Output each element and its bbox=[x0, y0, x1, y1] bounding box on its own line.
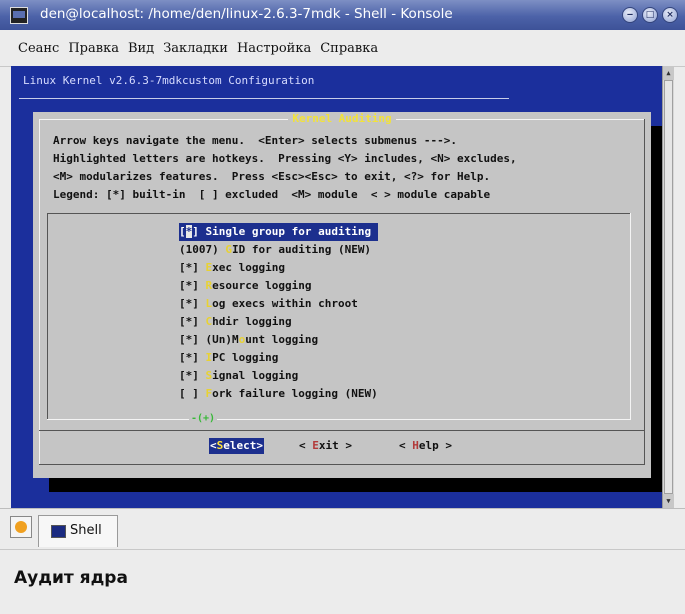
option-prefix: [*] bbox=[179, 351, 206, 364]
scroll-up-icon[interactable]: ▲ bbox=[663, 66, 674, 80]
option-hotkey: G bbox=[225, 243, 232, 256]
list-border-left bbox=[47, 213, 48, 419]
instruction-line: <M> modularizes features. Press <Esc><Es… bbox=[53, 170, 491, 183]
button-label: elect> bbox=[223, 439, 263, 452]
option-resource-logging[interactable]: [*] Resource logging bbox=[179, 277, 378, 295]
tab-label: Shell bbox=[70, 523, 102, 538]
button-label: elp > bbox=[418, 439, 452, 452]
close-icon: × bbox=[666, 10, 674, 20]
list-border-bottom bbox=[47, 419, 631, 420]
menu-help[interactable]: Справка bbox=[320, 41, 378, 56]
config-header: Linux Kernel v2.6.3-7mdkcustom Configura… bbox=[23, 74, 315, 87]
option-prefix: [*] bbox=[179, 261, 206, 274]
option-label: ingle group for auditing bbox=[212, 225, 372, 238]
menu-bar: Сеанс Правка Вид Закладки Настройка Справка bbox=[0, 30, 685, 67]
instruction-line: Highlighted letters are hotkeys. Pressin… bbox=[53, 152, 517, 165]
help-button[interactable]: < Help > bbox=[399, 438, 452, 454]
option-label: og execs within chroot bbox=[212, 297, 358, 310]
tab-bar: Shell bbox=[0, 508, 685, 550]
more-indicator: -(+) bbox=[189, 413, 218, 425]
option-signal-logging[interactable]: [*] Signal logging bbox=[179, 367, 378, 385]
kernel-auditing-dialog: Kernel Auditing Arrow keys navigate the … bbox=[33, 112, 651, 478]
header-rule bbox=[19, 98, 509, 99]
window-title: den@localhost: /home/den/linux-2.6.3-7md… bbox=[40, 6, 453, 22]
option-chdir-logging[interactable]: [*] Chdir logging bbox=[179, 313, 378, 331]
button-hotkey: H bbox=[412, 439, 419, 452]
option-prefix: [*] bbox=[179, 279, 206, 292]
option-label: esource logging bbox=[212, 279, 312, 292]
option-prefix: [*] bbox=[179, 315, 206, 328]
maximize-icon: □ bbox=[645, 10, 655, 20]
terminal-icon bbox=[51, 525, 66, 538]
option-label: ID for auditing (NEW) bbox=[231, 243, 372, 256]
option-ipc-logging[interactable]: [*] IPC logging bbox=[179, 349, 378, 367]
option-prefix: [ bbox=[179, 225, 186, 238]
option-single-group-auditing[interactable]: [*] Single group for auditing bbox=[179, 223, 378, 241]
menu-edit[interactable]: Правка bbox=[68, 41, 119, 56]
select-button[interactable]: <Select> bbox=[209, 438, 264, 454]
button-hotkey: E bbox=[312, 439, 319, 452]
button-bracket: < bbox=[399, 439, 413, 452]
menu-bookmarks[interactable]: Закладки bbox=[163, 41, 228, 56]
menu-settings[interactable]: Настройка bbox=[237, 41, 311, 56]
terminal-area[interactable]: Linux Kernel v2.6.3-7mdkcustom Configura… bbox=[11, 66, 674, 508]
menu-view[interactable]: Вид bbox=[128, 41, 154, 56]
scroll-down-icon[interactable]: ▼ bbox=[663, 494, 674, 508]
scroll-thumb[interactable] bbox=[664, 80, 673, 494]
button-label: xit > bbox=[318, 439, 352, 452]
button-bracket: < bbox=[210, 439, 217, 452]
option-label: unt logging bbox=[245, 333, 319, 346]
minimize-button[interactable]: ‒ bbox=[622, 7, 638, 23]
option-label: hdir logging bbox=[212, 315, 292, 328]
konsole-icon[interactable] bbox=[10, 7, 28, 24]
option-prefix: (1007) bbox=[179, 243, 226, 256]
button-separator bbox=[39, 430, 645, 431]
option-fork-failure-logging[interactable]: [ ] Fork failure logging (NEW) bbox=[179, 385, 378, 403]
option-unmount-logging[interactable]: [*] (Un)Mount logging bbox=[179, 331, 378, 349]
option-prefix: [*] bbox=[179, 369, 206, 382]
option-prefix: [*] bbox=[179, 297, 206, 310]
option-label: ork failure logging (NEW) bbox=[212, 387, 378, 400]
option-label: ignal logging bbox=[212, 369, 299, 382]
title-bar: den@localhost: /home/den/linux-2.6.3-7md… bbox=[0, 0, 685, 30]
dialog-title: Kernel Auditing bbox=[288, 112, 396, 125]
close-button[interactable]: × bbox=[662, 7, 678, 23]
option-prefix: [*] (Un)M bbox=[179, 333, 239, 346]
instruction-line: Arrow keys navigate the menu. <Enter> se… bbox=[53, 134, 457, 147]
menu-items: [*] Single group for auditing (1007) GID… bbox=[179, 223, 378, 403]
list-border-right bbox=[630, 213, 631, 419]
terminal-scrollbar[interactable]: ▲ ▼ bbox=[662, 66, 674, 508]
option-label: xec logging bbox=[212, 261, 285, 274]
option-gid-auditing[interactable]: (1007) GID for auditing (NEW) bbox=[179, 241, 378, 259]
instruction-line: Legend: [*] built-in [ ] excluded <M> mo… bbox=[53, 188, 491, 201]
maximize-button[interactable]: □ bbox=[642, 7, 658, 23]
dialog-border-left bbox=[39, 119, 40, 465]
dialog-border-right bbox=[644, 119, 645, 465]
option-prefix: [ ] bbox=[179, 387, 206, 400]
figure-caption: Аудит ядра bbox=[14, 568, 128, 588]
options-list: [*] Single group for auditing (1007) GID… bbox=[47, 213, 631, 425]
dialog-border-bottom bbox=[39, 464, 645, 465]
option-label: PC logging bbox=[212, 351, 279, 364]
tab-shell[interactable]: Shell bbox=[38, 515, 118, 547]
minimize-icon: ‒ bbox=[626, 10, 634, 20]
option-exec-logging[interactable]: [*] Exec logging bbox=[179, 259, 378, 277]
button-bracket: < bbox=[299, 439, 313, 452]
new-session-button[interactable] bbox=[10, 516, 32, 538]
option-log-execs-chroot[interactable]: [*] Log execs within chroot bbox=[179, 295, 378, 313]
menu-session[interactable]: Сеанс bbox=[18, 41, 59, 56]
instructions: Arrow keys navigate the menu. <Enter> se… bbox=[53, 132, 517, 204]
option-prefix: ] bbox=[192, 225, 206, 238]
list-border-top bbox=[47, 213, 631, 214]
dialog-title-row: Kernel Auditing bbox=[33, 112, 651, 126]
exit-button[interactable]: < Exit > bbox=[299, 438, 352, 454]
